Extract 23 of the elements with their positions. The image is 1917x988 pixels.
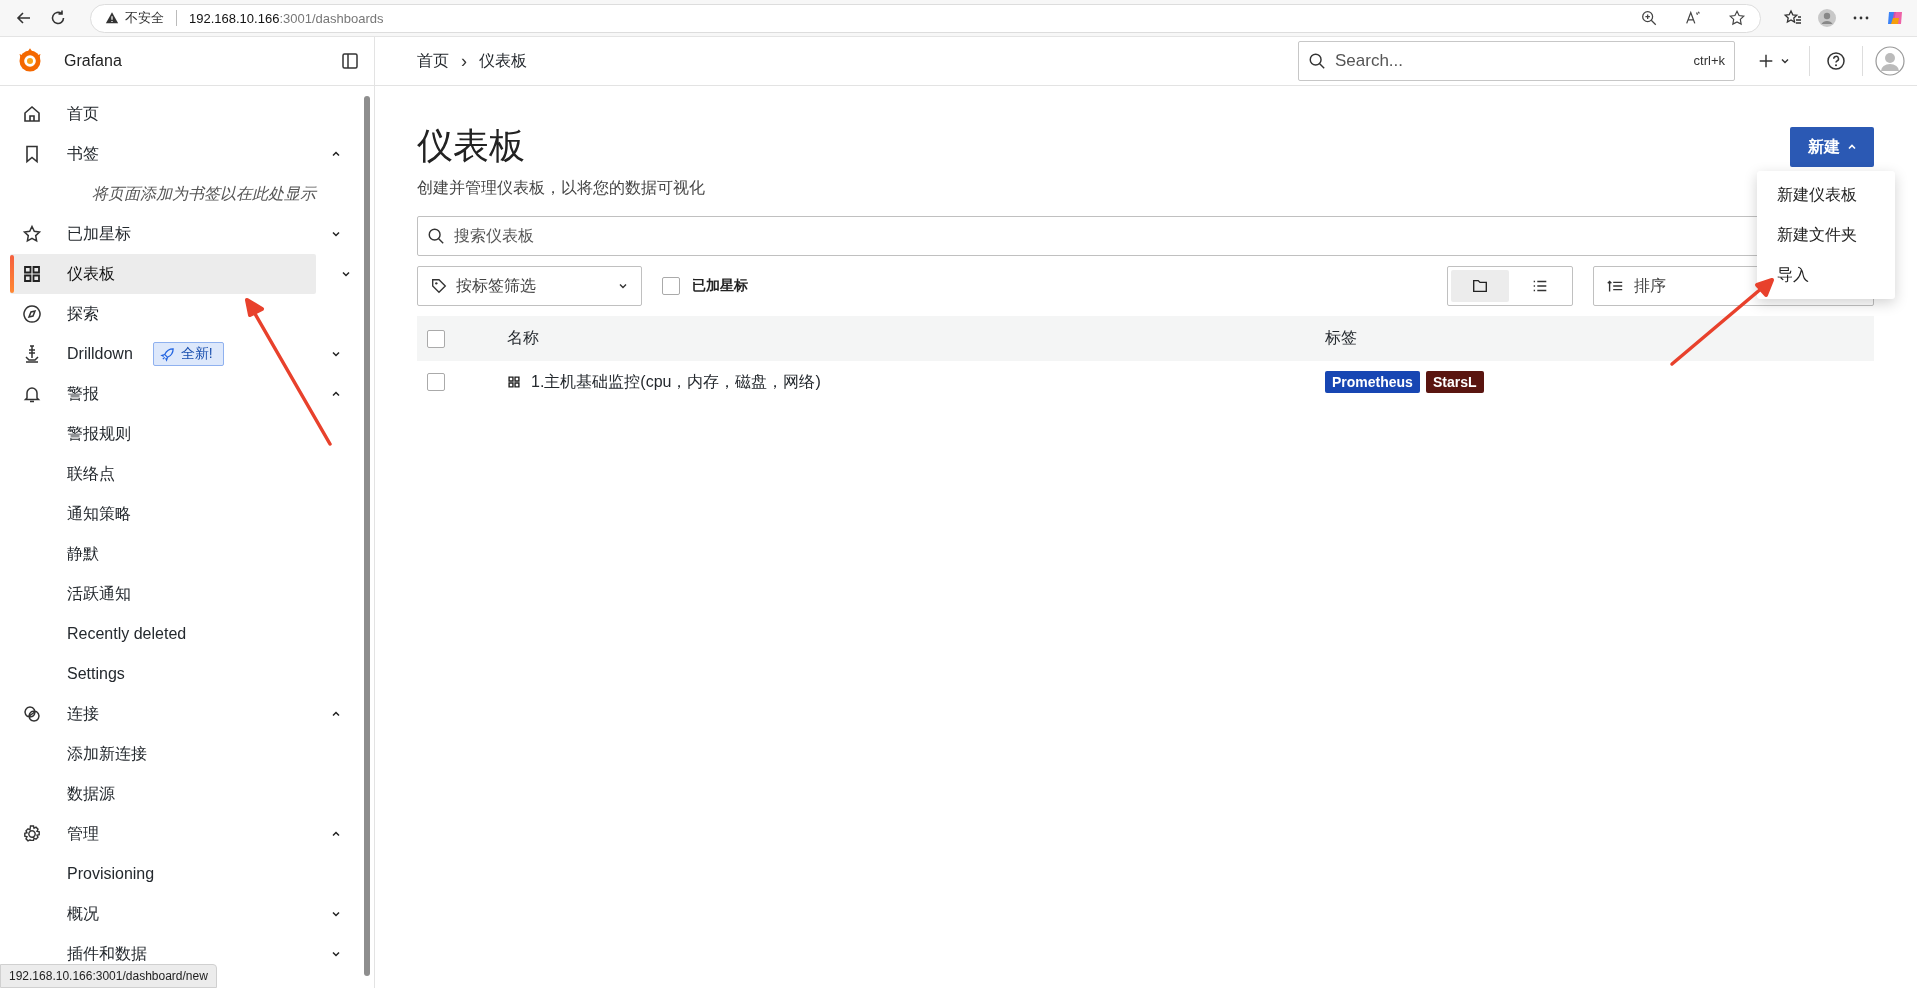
column-header: 标签: [1325, 328, 1357, 348]
page-subtitle: 创建并管理仪表板，以将您的数据可视化: [417, 178, 705, 198]
url-host: 192.168.10.166: [189, 10, 280, 26]
new-badge: 全新!: [152, 342, 224, 366]
url-path: :3001/dashboards: [279, 10, 384, 26]
bookmark-hint: 将页面添加为书签以在此处显示: [91, 183, 318, 204]
nav-label: 书签: [67, 143, 99, 164]
nav-label: 警报: [67, 383, 99, 404]
nav-label: 已加星标: [67, 223, 131, 244]
nav-label: 首页: [67, 103, 99, 124]
nav-label: 探索: [67, 303, 99, 324]
security-label: 不安全: [125, 9, 164, 27]
status-url-tooltip: 192.168.10.166:3001/dashboard/new: [0, 964, 217, 988]
app-name: Grafana: [64, 52, 122, 70]
nav-label: 管理: [67, 823, 99, 844]
nav-label: 连接: [67, 703, 99, 724]
nav-label: Drilldown: [67, 345, 133, 363]
shortcut-hint: ctrl+k: [1693, 53, 1725, 68]
starred-label: 已加星标: [692, 277, 748, 295]
page-title: 仪表板: [417, 124, 526, 168]
column-header: 名称: [507, 328, 540, 348]
breadcrumb-separator: ›: [461, 50, 467, 72]
nav-label: 仪表板: [67, 263, 115, 284]
